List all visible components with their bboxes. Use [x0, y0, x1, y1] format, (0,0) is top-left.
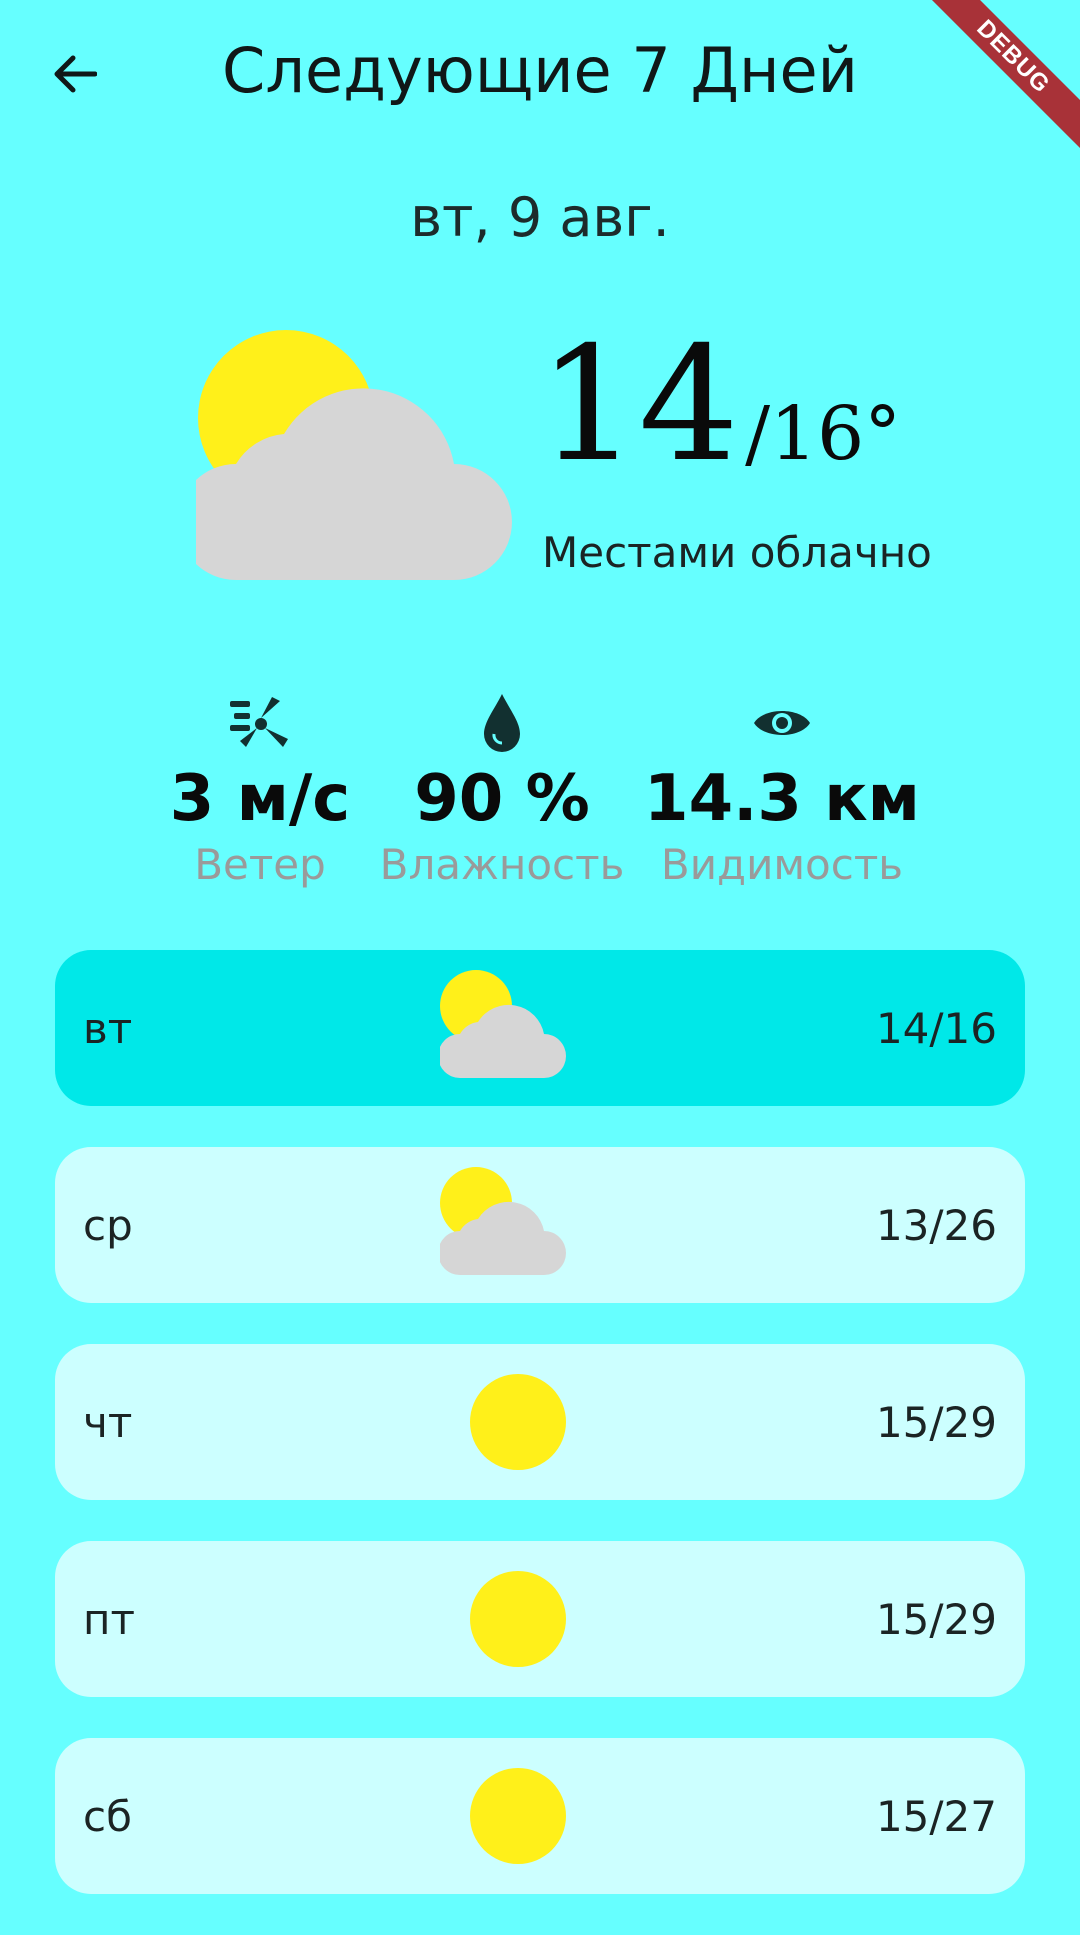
temperature-current: 14 [538, 313, 740, 497]
forecast-day-fri[interactable]: пт 15/29 [55, 1541, 1025, 1697]
stat-visibility: 14.3 км Видимость [632, 690, 932, 889]
sun-icon [470, 1374, 566, 1470]
day-name: чт [83, 1397, 133, 1447]
stat-humidity: 90 % Влажность [352, 690, 652, 889]
forecast-day-thu[interactable]: чт 15/29 [55, 1344, 1025, 1500]
wind-turbine-icon [230, 697, 288, 747]
day-name: пт [83, 1594, 135, 1644]
partly-cloudy-icon [196, 330, 512, 580]
forecast-day-wed[interactable]: ср 13/26 [55, 1147, 1025, 1303]
page-title: Следующие 7 Дней [222, 34, 858, 107]
partly-cloudy-icon [440, 1167, 566, 1275]
visibility-value: 14.3 км [644, 762, 920, 836]
sun-icon [470, 1571, 566, 1667]
condition-label: Местами облачно [542, 528, 932, 577]
day-name: ср [83, 1200, 133, 1250]
partly-cloudy-icon [440, 970, 566, 1078]
visibility-label: Видимость [660, 840, 904, 889]
humidity-value: 90 % [414, 762, 590, 836]
forecast-day-sat[interactable]: сб 15/27 [55, 1738, 1025, 1894]
water-drop-icon [484, 694, 520, 752]
day-range: 13/26 [875, 1200, 997, 1250]
day-name: вт [83, 1003, 133, 1053]
forecast-day-tue[interactable]: вт 14/16 [55, 950, 1025, 1106]
current-date: вт, 9 авг. [410, 186, 670, 249]
forecast-list: вт 14/16 ср 13/26 чт 15/29 пт 15/29 сб 1… [55, 950, 1025, 1935]
day-range: 15/29 [875, 1594, 997, 1644]
day-range: 15/27 [875, 1791, 997, 1841]
eye-icon [754, 711, 810, 735]
sun-icon [470, 1768, 566, 1864]
temperature-max: /16° [745, 391, 902, 477]
day-range: 14/16 [875, 1003, 997, 1053]
temperature: 14 /16° [538, 313, 902, 497]
day-name: сб [83, 1791, 132, 1841]
humidity-label: Влажность [379, 840, 625, 889]
day-range: 15/29 [875, 1397, 997, 1447]
